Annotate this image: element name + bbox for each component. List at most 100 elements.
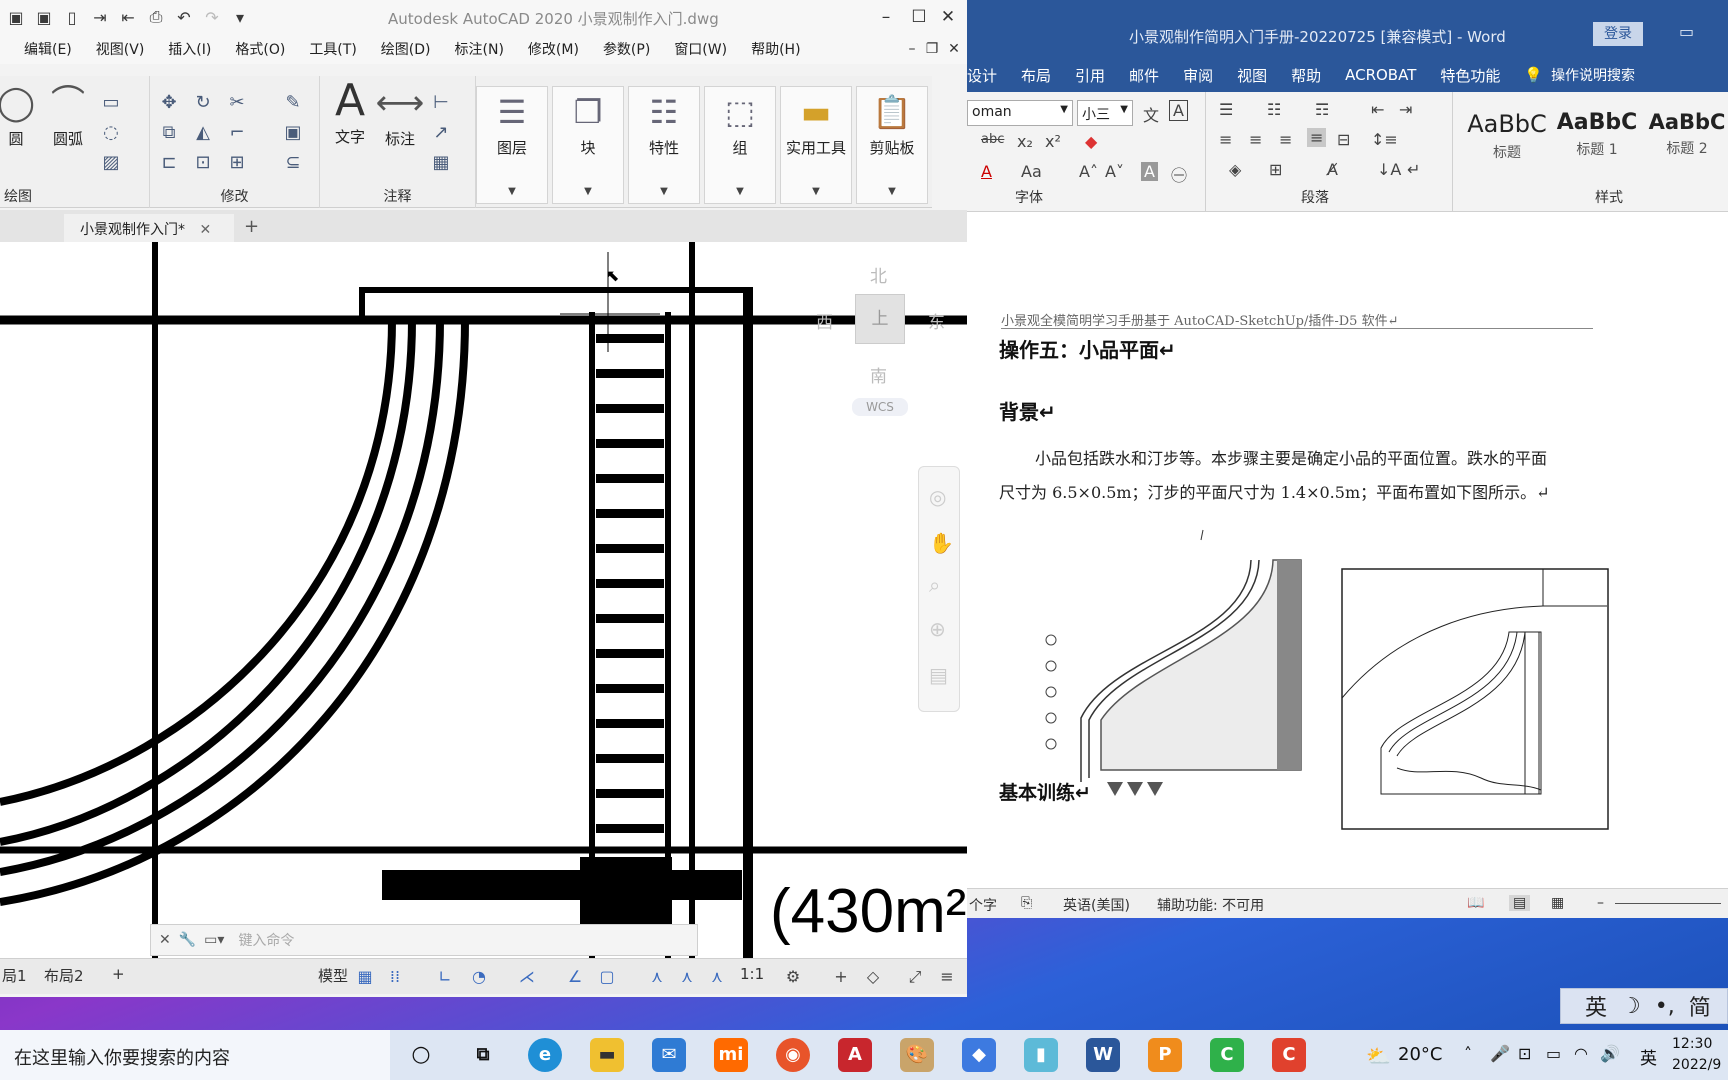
utilities-panel[interactable]: ▬ 实用工具 ▼ bbox=[780, 86, 852, 204]
command-line[interactable]: ✕ 🔧 ▭▾ 键入命令 bbox=[150, 924, 698, 956]
firefox-icon[interactable]: ◉ bbox=[776, 1038, 810, 1072]
recorder-icon[interactable]: C bbox=[1272, 1038, 1306, 1072]
rectangle-icon[interactable]: ▭ bbox=[100, 92, 122, 113]
shading-icon[interactable]: ◈ bbox=[1229, 160, 1241, 179]
block-panel[interactable]: ❐ 块 ▼ bbox=[552, 86, 624, 204]
wrench-icon[interactable]: 🔧 bbox=[179, 932, 196, 948]
hamburger-menu-icon[interactable]: ≡ bbox=[934, 964, 960, 990]
close-icon[interactable]: ✕ bbox=[159, 932, 171, 948]
viewcube-north[interactable]: 北 bbox=[870, 262, 887, 287]
tab-help[interactable]: 帮助 bbox=[1291, 65, 1321, 86]
menu-dimension[interactable]: 标注(N) bbox=[455, 39, 504, 59]
menu-parametric[interactable]: 参数(P) bbox=[603, 39, 650, 59]
tab-design[interactable]: 设计 bbox=[967, 65, 997, 86]
add-layout-icon[interactable]: + bbox=[112, 965, 125, 983]
save-as-icon[interactable]: ▣ bbox=[32, 5, 56, 29]
ribbon-display-icon[interactable]: ▭ bbox=[1679, 22, 1694, 41]
layers-panel[interactable]: ☰ 图层 ▼ bbox=[476, 86, 548, 204]
increase-indent-icon[interactable]: ⇥ bbox=[1399, 100, 1412, 119]
isolate-icon[interactable]: ◇ bbox=[860, 964, 886, 990]
table-icon[interactable]: ▦ bbox=[430, 152, 452, 173]
zoom-slider[interactable] bbox=[1615, 903, 1721, 904]
redo-icon[interactable]: ↷ bbox=[200, 5, 224, 29]
doc-close-button[interactable]: ✕ bbox=[940, 36, 967, 62]
pdf-icon[interactable]: P bbox=[1148, 1038, 1182, 1072]
distributed-icon[interactable]: ⊟ bbox=[1337, 130, 1350, 149]
group-panel[interactable]: ⬚ 组 ▼ bbox=[704, 86, 776, 204]
orbit-icon[interactable]: ⊕ bbox=[929, 617, 946, 641]
word-icon[interactable]: W bbox=[1086, 1038, 1120, 1072]
fillet-icon[interactable]: ⌐ bbox=[226, 122, 248, 143]
modify-group-label[interactable]: 修改 bbox=[150, 186, 319, 206]
pan-icon[interactable]: ✋ bbox=[929, 531, 954, 555]
linear-dim-icon[interactable]: ⊢ bbox=[430, 92, 452, 113]
read-mode-icon[interactable]: 📖 bbox=[1467, 895, 1484, 911]
login-button[interactable]: 登录 bbox=[1593, 22, 1643, 46]
command-input[interactable]: 键入命令 bbox=[238, 930, 294, 950]
font-size-select[interactable]: 小三 ▼ bbox=[1077, 100, 1133, 126]
drawing-canvas[interactable]: (430m² 北 西 东 上 南 WCS ◎ ✋ ⌕ ⊕ ▤ ⬉ bbox=[0, 242, 967, 958]
borders-icon[interactable]: ⊞ bbox=[1269, 160, 1282, 179]
model-space-button[interactable]: 模型 bbox=[318, 965, 348, 986]
web-layout-icon[interactable]: ▦ bbox=[1551, 895, 1564, 911]
font-color-icon[interactable]: A bbox=[981, 162, 992, 181]
save-icon[interactable]: ▣ bbox=[4, 5, 28, 29]
clock[interactable]: 12:30 2022/9 bbox=[1672, 1034, 1728, 1076]
align-right-icon[interactable]: ≡ bbox=[1279, 130, 1292, 149]
asian-layout-icon[interactable]: A̸ bbox=[1327, 160, 1338, 179]
auto-scale-icon[interactable]: ⋏ bbox=[674, 964, 700, 990]
phonetic-guide-icon[interactable]: 文 bbox=[1143, 102, 1159, 126]
chevron-up-icon[interactable]: ˄ bbox=[1464, 1044, 1472, 1063]
layout-tab-2[interactable]: 布局2 bbox=[44, 965, 84, 986]
zoom-icon[interactable]: ⌕ bbox=[929, 573, 940, 597]
proofing-icon[interactable]: ⎘ bbox=[1021, 895, 1032, 911]
arc-tool[interactable]: ⌒ 圆弧 bbox=[38, 82, 98, 149]
trim-icon[interactable]: ✂ bbox=[226, 92, 248, 113]
change-case-icon[interactable]: Aa bbox=[1021, 162, 1042, 181]
layout-tab-1[interactable]: 局1 bbox=[2, 965, 27, 986]
tab-review[interactable]: 审阅 bbox=[1183, 65, 1213, 86]
notes-icon[interactable]: ◆ bbox=[962, 1038, 996, 1072]
clipboard-panel[interactable]: 📋 剪贴板 ▼ bbox=[856, 86, 928, 204]
close-icon[interactable]: ✕ bbox=[199, 222, 211, 238]
array-icon[interactable]: ⊞ bbox=[226, 152, 248, 173]
word-count[interactable]: 个字 bbox=[969, 895, 997, 915]
tab-mailings[interactable]: 邮件 bbox=[1129, 65, 1159, 86]
ime-punctuation-icon[interactable]: •, bbox=[1655, 994, 1675, 1019]
file-explorer-icon[interactable]: ▬ bbox=[590, 1038, 624, 1072]
grid-icon[interactable]: ▦ bbox=[352, 964, 378, 990]
edge-icon[interactable]: e bbox=[528, 1038, 562, 1072]
superscript-icon[interactable]: x² bbox=[1045, 132, 1061, 151]
snap-icon[interactable]: ⁞⁞ bbox=[382, 964, 408, 990]
menu-edit[interactable]: 编辑(E) bbox=[24, 39, 72, 59]
annotation-scale-value[interactable]: 1:1 bbox=[740, 965, 764, 983]
wcs-menu[interactable]: WCS bbox=[852, 398, 908, 416]
draw-group-label[interactable]: 绘图 bbox=[4, 186, 149, 206]
language-indicator[interactable]: 英语(美国) bbox=[1063, 895, 1130, 915]
mail-icon[interactable]: ✉ bbox=[652, 1038, 686, 1072]
ellipse-icon[interactable]: ◌ bbox=[100, 122, 122, 143]
justify-icon[interactable]: ≡ bbox=[1307, 128, 1327, 147]
align-left-icon[interactable]: ≡ bbox=[1219, 130, 1232, 149]
strikethrough-icon[interactable]: abc bbox=[981, 132, 1004, 147]
weather-icon[interactable]: ⛅ bbox=[1366, 1044, 1391, 1068]
annotation-group-label[interactable]: 注释 bbox=[320, 186, 475, 206]
device-icon[interactable]: ⊡ bbox=[1518, 1044, 1531, 1063]
accessibility-indicator[interactable]: 辅助功能: 不可用 bbox=[1157, 895, 1264, 915]
copy-icon[interactable]: ⧉ bbox=[158, 122, 180, 143]
viewcube-south[interactable]: 南 bbox=[870, 362, 887, 387]
polar-icon[interactable]: ◔ bbox=[466, 964, 492, 990]
taskbar-search[interactable]: 在这里输入你要搜索的内容 bbox=[0, 1030, 390, 1080]
menu-insert[interactable]: 插入(I) bbox=[168, 39, 211, 59]
tab-acrobat[interactable]: ACROBAT bbox=[1345, 66, 1416, 84]
stretch-icon[interactable]: ⊏ bbox=[158, 152, 180, 173]
autocad-icon[interactable]: A bbox=[838, 1038, 872, 1072]
font-name-select[interactable]: oman ▼ bbox=[967, 100, 1073, 126]
tell-me-search[interactable]: 操作说明搜索 bbox=[1551, 65, 1635, 85]
isodraft-icon[interactable]: ⋌ bbox=[514, 964, 540, 990]
volume-icon[interactable]: 🔊 bbox=[1600, 1044, 1620, 1063]
multilevel-list-icon[interactable]: ☶ bbox=[1315, 100, 1329, 119]
paint-icon[interactable]: 🎨 bbox=[900, 1038, 934, 1072]
enclose-char-icon[interactable]: ㊀ bbox=[1171, 162, 1187, 186]
char-border-icon[interactable]: A bbox=[1169, 100, 1188, 121]
